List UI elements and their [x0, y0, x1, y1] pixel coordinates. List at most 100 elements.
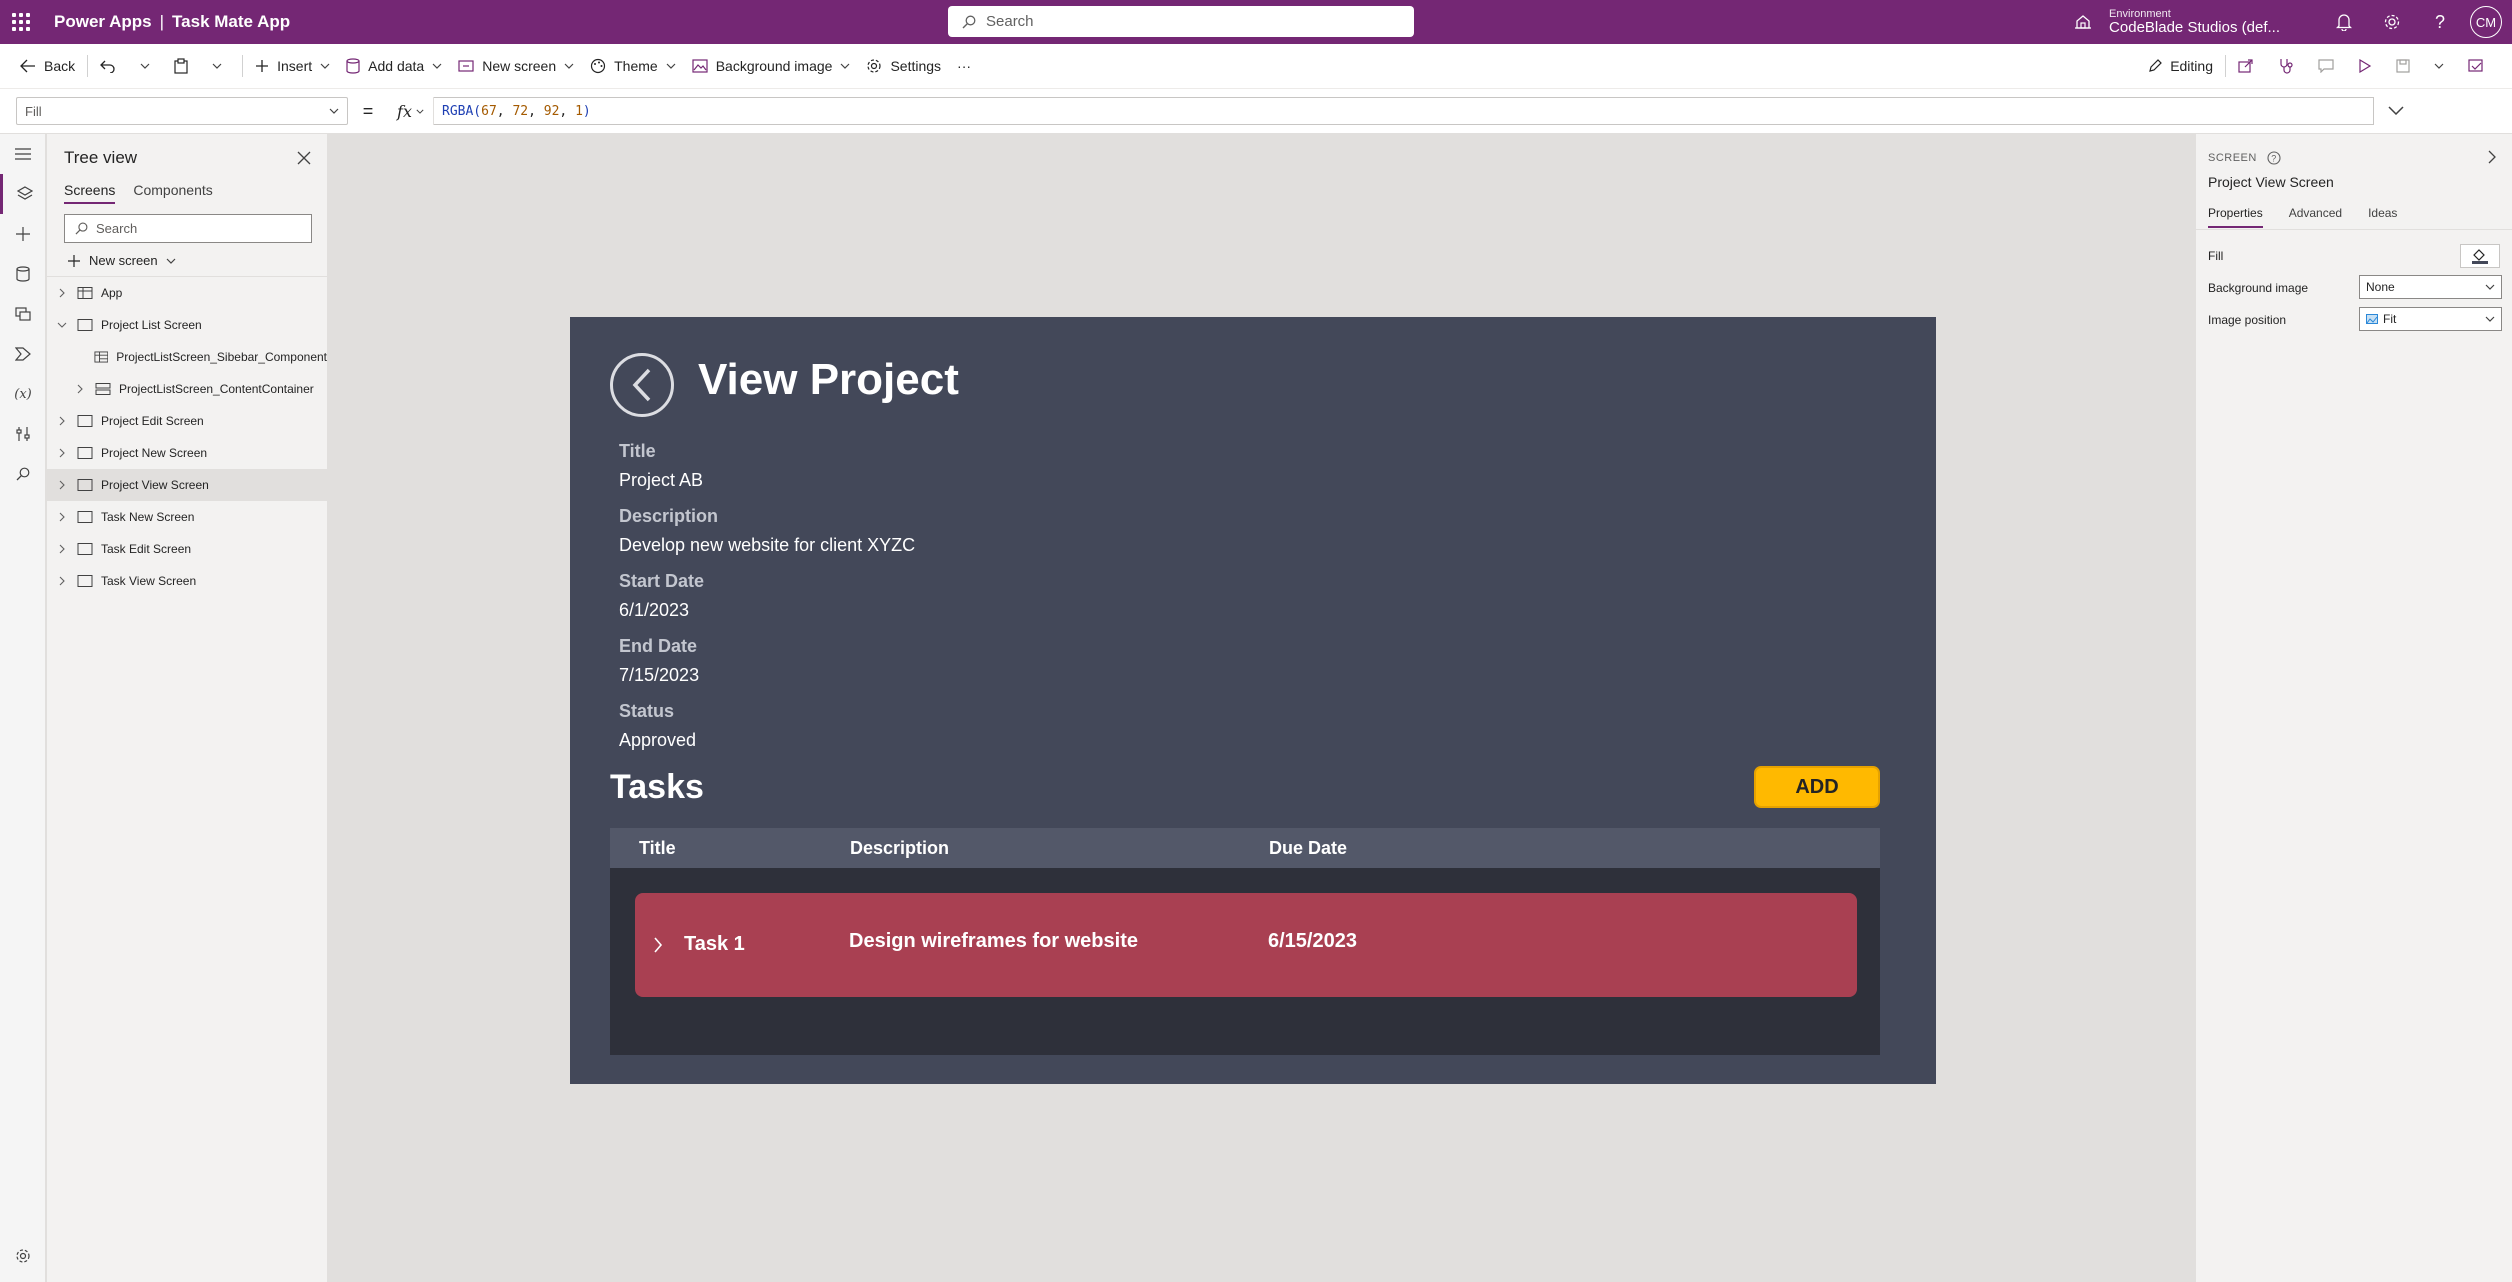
settings-gear-icon[interactable]	[0, 1236, 46, 1276]
new-screen-icon	[458, 60, 474, 72]
task-due-date: 6/15/2023	[1268, 930, 1357, 952]
paste-button[interactable]	[166, 44, 204, 88]
environment-picker[interactable]: Environment CodeBlade Studios (def...	[2073, 8, 2280, 37]
share-icon	[2238, 59, 2253, 73]
tree-item-task-edit-screen[interactable]: Task Edit Screen	[47, 533, 327, 565]
tree-item-project-list-screen[interactable]: Project List Screen	[47, 309, 327, 341]
formula-input[interactable]: RGBA(67, 72, 92, 1)	[434, 97, 2374, 125]
property-dropdown[interactable]: Fill	[16, 97, 348, 125]
tab-components[interactable]: Components	[133, 182, 212, 204]
settings-gear-icon[interactable]	[2368, 0, 2416, 44]
chevron-right-icon[interactable]	[653, 936, 663, 954]
add-task-button[interactable]: ADD	[1754, 766, 1880, 808]
tab-screens[interactable]: Screens	[64, 182, 116, 204]
image-position-label: Image position	[2208, 313, 2287, 327]
play-icon	[2359, 59, 2372, 73]
chevron-down-icon	[212, 63, 222, 69]
undo-dropdown[interactable]	[132, 44, 166, 88]
svg-text:?: ?	[2271, 154, 2277, 164]
save-options-dropdown[interactable]	[2426, 44, 2460, 88]
environment-icon	[2075, 15, 2092, 29]
preview-play-button[interactable]	[2350, 44, 2388, 88]
notifications-bell-icon[interactable]	[2320, 0, 2368, 44]
paste-dropdown[interactable]	[204, 44, 238, 88]
new-screen-button[interactable]: New screen	[450, 44, 582, 88]
tab-properties[interactable]: Properties	[2208, 206, 2263, 228]
theme-button[interactable]: Theme	[582, 44, 684, 88]
fill-label: Fill	[2208, 249, 2224, 263]
new-screen-button[interactable]: New screen	[67, 253, 327, 268]
chevron-down-icon	[329, 108, 339, 114]
hamburger-menu-icon[interactable]	[0, 134, 46, 174]
environment-name: CodeBlade Studios (def...	[2109, 18, 2280, 36]
tree-item-content-container[interactable]: ProjectListScreen_ContentContainer	[47, 373, 327, 405]
screen-icon	[77, 415, 93, 427]
share-button[interactable]	[2230, 44, 2270, 88]
advanced-tools-icon[interactable]	[0, 414, 46, 454]
help-circle-icon[interactable]: ?	[2267, 151, 2281, 165]
project-view-screen[interactable]: View Project Title Project AB Descriptio…	[570, 317, 1936, 1084]
help-question-icon[interactable]: ?	[2416, 0, 2464, 44]
tab-advanced[interactable]: Advanced	[2289, 206, 2342, 228]
variables-icon[interactable]: (x)	[0, 374, 46, 414]
more-commands-button[interactable]: ···	[949, 44, 979, 88]
chevron-right-icon[interactable]	[71, 384, 89, 394]
tasks-gallery[interactable]: Title Description Due Date Task 1 Design…	[610, 828, 1880, 1055]
tree-item-task-view-screen[interactable]: Task View Screen	[47, 565, 327, 597]
media-icon[interactable]	[0, 294, 46, 334]
chevron-right-icon[interactable]	[53, 576, 71, 586]
tree-item-task-new-screen[interactable]: Task New Screen	[47, 501, 327, 533]
chevron-right-icon[interactable]	[53, 512, 71, 522]
data-cylinder-icon[interactable]	[0, 254, 46, 294]
save-icon	[2396, 59, 2410, 73]
field-value-status: Approved	[619, 730, 697, 750]
chevron-down-icon	[416, 109, 424, 114]
chevron-down-icon	[841, 63, 850, 69]
component-icon	[93, 351, 108, 363]
collapse-panel-chevron-icon[interactable]	[2488, 150, 2496, 164]
environment-label: Environment	[2109, 7, 2171, 20]
background-image-dropdown[interactable]: None	[2359, 275, 2502, 299]
insert-plus-icon[interactable]	[0, 214, 46, 254]
tree-item-project-new-screen[interactable]: Project New Screen	[47, 437, 327, 469]
background-image-button[interactable]: Background image	[684, 44, 859, 88]
chevron-down-icon[interactable]	[53, 322, 71, 328]
tab-ideas[interactable]: Ideas	[2368, 206, 2397, 228]
tree-item-project-view-screen[interactable]: Project View Screen	[47, 469, 327, 501]
chevron-right-icon[interactable]	[53, 288, 71, 298]
add-data-button[interactable]: Add data	[338, 44, 450, 88]
tree-search-input[interactable]: Search	[64, 214, 312, 243]
chevron-right-icon[interactable]	[53, 416, 71, 426]
app-checker-button[interactable]	[2270, 44, 2310, 88]
tree-view-layers-icon[interactable]	[0, 174, 46, 214]
app-title: Power Apps | Task Mate App	[54, 12, 291, 31]
close-icon[interactable]	[297, 151, 311, 165]
fill-color-picker[interactable]	[2460, 244, 2500, 268]
back-arrow-button[interactable]	[610, 353, 674, 417]
undo-button[interactable]	[92, 44, 132, 88]
function-picker-button[interactable]: fx	[388, 97, 434, 125]
app-launcher-icon[interactable]	[0, 0, 42, 44]
search-icon[interactable]	[0, 454, 46, 494]
publish-button[interactable]	[2460, 44, 2500, 88]
design-canvas[interactable]: View Project Title Project AB Descriptio…	[329, 134, 2195, 1282]
comments-button[interactable]	[2310, 44, 2350, 88]
back-button[interactable]: Back	[12, 44, 83, 88]
task-row[interactable]: Task 1 Design wireframes for website 6/1…	[635, 893, 1857, 997]
chevron-right-icon[interactable]	[53, 544, 71, 554]
global-search-input[interactable]: Search	[948, 6, 1414, 37]
insert-button[interactable]: Insert	[247, 44, 338, 88]
image-position-dropdown[interactable]: Fit	[2359, 307, 2502, 331]
settings-button[interactable]: Settings	[858, 44, 949, 88]
user-avatar[interactable]: CM	[2470, 6, 2502, 38]
tree-item-app[interactable]: App	[47, 277, 327, 309]
undo-icon	[100, 60, 115, 73]
chevron-right-icon[interactable]	[53, 448, 71, 458]
save-button[interactable]	[2388, 44, 2426, 88]
power-automate-icon[interactable]	[0, 334, 46, 374]
editing-mode-button[interactable]: Editing	[2140, 44, 2221, 88]
chevron-right-icon[interactable]	[53, 480, 71, 490]
expand-formula-button[interactable]	[2388, 102, 2404, 120]
tree-item-sidebar-component[interactable]: ProjectListScreen_Sibebar_Component	[47, 341, 327, 373]
tree-item-project-edit-screen[interactable]: Project Edit Screen	[47, 405, 327, 437]
